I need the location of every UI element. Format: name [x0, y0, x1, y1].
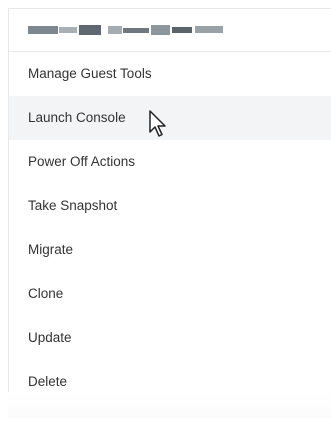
update-item[interactable]: Update: [9, 316, 331, 360]
menu-items: Manage Guest Tools Launch Console Power …: [9, 52, 331, 404]
menu-bottom-space: [8, 392, 331, 418]
power-off-actions-item[interactable]: Power Off Actions: [9, 140, 331, 184]
migrate-item[interactable]: Migrate: [9, 228, 331, 272]
obscured-vm-name: [28, 23, 226, 37]
launch-console-item[interactable]: Launch Console: [9, 96, 331, 140]
take-snapshot-item[interactable]: Take Snapshot: [9, 184, 331, 228]
clone-item[interactable]: Clone: [9, 272, 331, 316]
manage-guest-tools-item[interactable]: Manage Guest Tools: [9, 52, 331, 96]
menu-header: [9, 9, 331, 52]
context-menu: Manage Guest Tools Launch Console Power …: [8, 8, 331, 418]
